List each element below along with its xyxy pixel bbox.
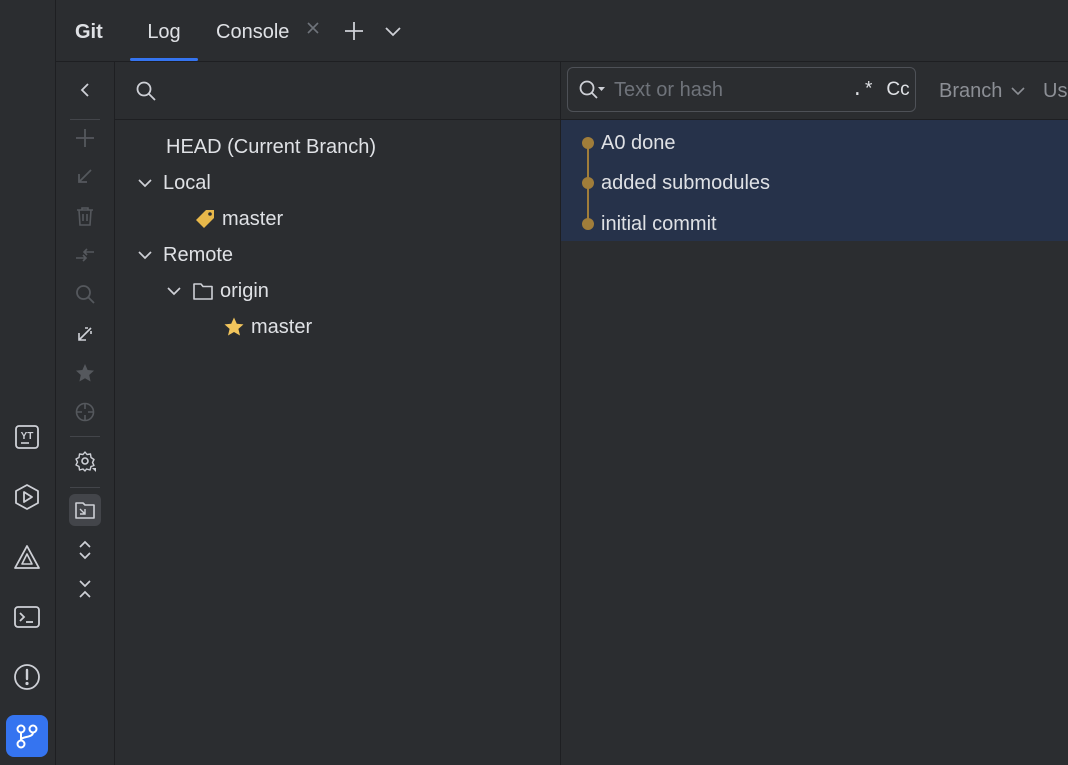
commit-message: A0 done [601, 132, 676, 154]
commit-row[interactable]: A0 done [561, 123, 1068, 163]
problems-tool-button[interactable] [6, 656, 48, 698]
tab-console[interactable]: Console [216, 0, 289, 61]
branch-icon [16, 724, 38, 749]
user-filter-dropdown[interactable]: Us [1043, 75, 1067, 107]
mark-favorite-button[interactable] [69, 357, 101, 389]
svg-text:YT: YT [21, 431, 34, 442]
settings-button[interactable] [69, 445, 101, 477]
head-label: HEAD (Current Branch) [166, 136, 377, 158]
hide-branches-button[interactable] [69, 74, 101, 106]
search-history-icon [579, 80, 605, 99]
tool-window-title: Git [75, 21, 103, 43]
commit-node [582, 177, 594, 189]
tab-log[interactable]: Log [130, 0, 198, 61]
remote-group-label: origin [220, 280, 269, 302]
expand-all-button[interactable] [69, 534, 101, 566]
triangle-icon [14, 545, 40, 569]
youtrack-tool-button[interactable]: YT [6, 416, 48, 458]
update-icon [78, 169, 92, 183]
regex-toggle[interactable]: .* [850, 77, 876, 103]
delete-branch-button[interactable] [69, 200, 101, 232]
new-branch-button[interactable] [69, 122, 101, 154]
commit-row[interactable]: added submodules [561, 163, 1068, 203]
compare-icon [76, 248, 94, 262]
navigate-log-button[interactable] [69, 396, 101, 428]
commit-node [582, 137, 594, 149]
chevron-down-icon[interactable] [164, 281, 184, 301]
text-filter-field[interactable]: .* Cc [567, 67, 916, 112]
analysis-tool-button[interactable] [6, 536, 48, 578]
left-tool-strip: YT [0, 0, 56, 765]
tree-item-origin-master[interactable]: master [223, 309, 312, 345]
branch-filter-label: Branch [939, 80, 1003, 102]
add-tab-button[interactable] [344, 21, 364, 41]
commit-log-panel: .* Cc Branch Us A0 done added submodules… [561, 62, 1068, 765]
terminal-icon [14, 606, 40, 628]
compare-branches-button[interactable] [69, 239, 101, 271]
fetch-icon [78, 327, 92, 341]
commit-message: initial commit [601, 213, 717, 235]
star-icon [76, 364, 94, 382]
youtrack-icon: YT [15, 425, 39, 449]
local-branch-label: master [222, 208, 284, 230]
commit-list: A0 done added submodules initial commit [561, 120, 1068, 241]
local-label: Local [163, 172, 211, 194]
settings-icon [75, 451, 96, 472]
star-icon [224, 317, 244, 336]
search-branches-button[interactable] [69, 278, 101, 310]
search-icon [76, 285, 95, 304]
branches-toolbar [56, 62, 115, 765]
search-icon [136, 81, 156, 101]
run-services-tool-button[interactable] [6, 476, 48, 518]
chevron-down-icon[interactable] [135, 173, 155, 193]
commit-message: added submodules [601, 172, 771, 194]
delete-icon [77, 207, 93, 226]
exclamation-circle-icon [14, 664, 40, 690]
git-tool-button[interactable] [6, 715, 48, 757]
tree-item-local[interactable]: Local [135, 165, 211, 201]
tree-item-head[interactable]: HEAD (Current Branch) [166, 129, 376, 165]
collapse-all-icon [79, 580, 91, 598]
tool-window-header: Git Log Console [56, 0, 1068, 62]
collapse-left-icon [80, 83, 89, 97]
branch-filter-dropdown[interactable]: Branch [939, 75, 1026, 107]
tree-item-remote[interactable]: Remote [135, 237, 233, 273]
close-icon[interactable] [305, 20, 321, 36]
remote-branch-label: master [251, 316, 313, 338]
target-icon [75, 402, 95, 422]
collapse-all-button[interactable] [69, 573, 101, 605]
commit-row[interactable]: initial commit [561, 204, 1068, 244]
terminal-tool-button[interactable] [6, 596, 48, 638]
tag-icon [196, 210, 214, 228]
group-by-directory-icon [75, 502, 95, 519]
tabs-dropdown-button[interactable] [384, 22, 402, 40]
branches-panel: HEAD (Current Branch) Local master Remot… [115, 62, 561, 765]
chevron-down-icon [385, 27, 401, 37]
remote-label: Remote [163, 244, 234, 266]
add-icon [76, 129, 94, 147]
log-filter-bar: .* Cc Branch Us [561, 62, 1068, 120]
plus-icon [345, 22, 363, 40]
match-case-toggle[interactable]: Cc [884, 77, 912, 103]
expand-all-icon [79, 540, 91, 560]
tree-item-local-master[interactable]: master [194, 201, 283, 237]
branch-search-field[interactable] [115, 62, 560, 120]
chevron-down-icon [1011, 87, 1025, 96]
fetch-button[interactable] [69, 318, 101, 350]
folder-icon [193, 283, 213, 300]
chevron-down-icon[interactable] [135, 245, 155, 265]
commit-node [582, 218, 594, 230]
tree-item-origin[interactable]: origin [164, 273, 269, 309]
text-filter-input[interactable] [614, 76, 834, 104]
play-hex-icon [15, 484, 39, 510]
update-branch-button[interactable] [69, 161, 101, 193]
group-by-directory-button[interactable] [69, 494, 101, 526]
